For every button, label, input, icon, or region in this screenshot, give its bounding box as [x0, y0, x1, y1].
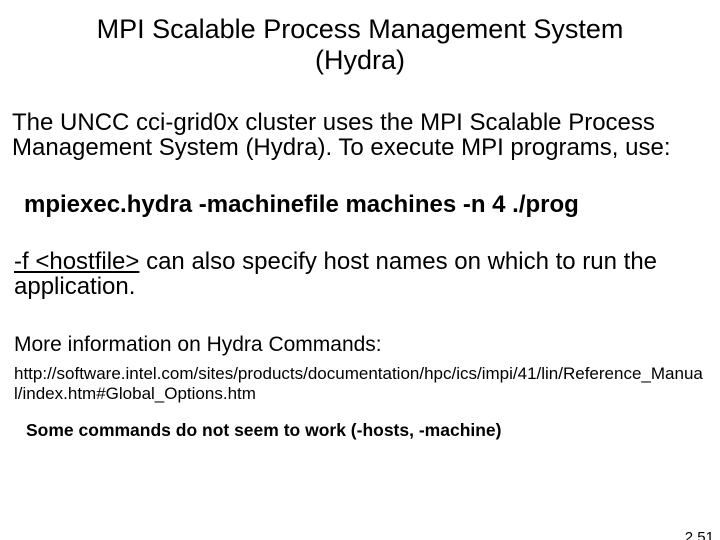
reference-url: http://software.intel.com/sites/products…: [14, 364, 708, 403]
hostfile-flag: -f <hostfile>: [14, 248, 139, 275]
title-line-2: (Hydra): [315, 45, 405, 75]
footnote: Some commands do not seem to work (-host…: [26, 421, 708, 440]
more-info-label: More information on Hydra Commands:: [14, 333, 708, 356]
slide-title: MPI Scalable Process Management System (…: [50, 14, 670, 76]
title-line-1: MPI Scalable Process Management System: [97, 14, 624, 44]
hostfile-paragraph: -f <hostfile> can also specify host name…: [14, 249, 708, 299]
page-number: 2.51: [685, 529, 714, 540]
command-line: mpiexec.hydra -machinefile machines -n 4…: [24, 192, 708, 218]
slide: MPI Scalable Process Management System (…: [0, 14, 720, 540]
intro-paragraph: The UNCC cci-grid0x cluster uses the MPI…: [12, 110, 708, 160]
